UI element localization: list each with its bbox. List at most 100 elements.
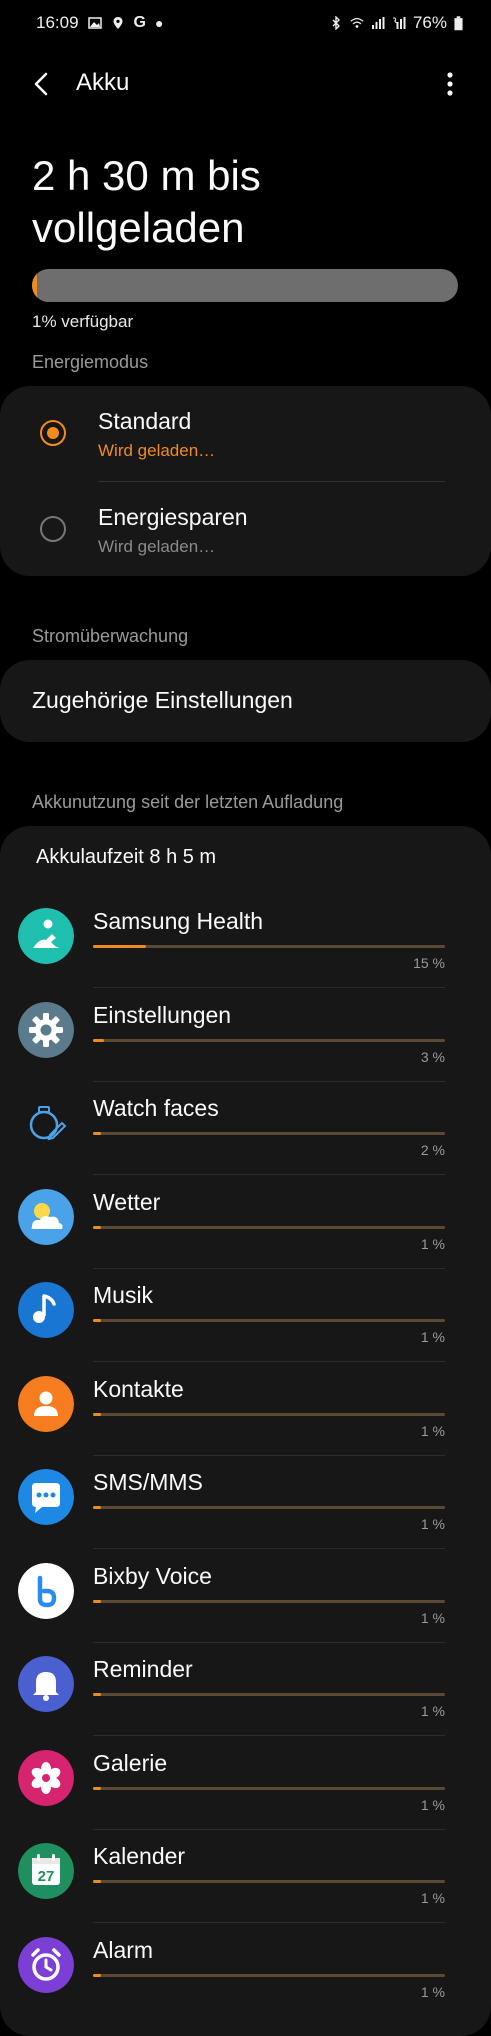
app-usage-bar-fill: [93, 1599, 101, 1603]
energy-mode-header: Energiemodus: [32, 352, 149, 372]
charge-time-heading: 2 h 30 m bis vollgeladen: [32, 152, 261, 251]
status-bar-left: 16:09 G ●: [36, 13, 163, 33]
call-signal-icon: [392, 17, 406, 29]
app-usage-bar-fill: [93, 1973, 101, 1977]
app-name: Watch faces: [93, 1095, 219, 1121]
app-usage-bar: [93, 1506, 445, 1509]
app-usage-row[interactable]: Kontakte 1 %: [0, 1362, 491, 1456]
app-name: Alarm: [93, 1936, 154, 1963]
app-usage-bar: [93, 945, 445, 948]
app-usage-percent: 1 %: [420, 1890, 445, 1906]
app-usage-row[interactable]: Bixby Voice 1 %: [0, 1549, 491, 1643]
status-bar: 16:09 G ● 76%: [0, 0, 491, 46]
bixby-icon: [18, 1562, 74, 1619]
energy-mode-option-status: Wird geladen…: [98, 537, 216, 556]
battery-level-bar: [32, 269, 458, 302]
radio-button-unselected[interactable]: [40, 516, 66, 542]
radio-button-selected[interactable]: [40, 420, 66, 446]
app-name: Einstellungen: [93, 1001, 232, 1028]
app-usage-row[interactable]: 27 Kalender 1 %: [0, 1829, 491, 1923]
app-name: Galerie: [93, 1749, 168, 1776]
app-usage-bar: [93, 1319, 445, 1322]
chevron-left-icon: [34, 72, 48, 96]
battery-runtime-text: Akkulaufzeit 8 h 5 m: [36, 846, 217, 868]
battery-level-fill: [32, 269, 38, 302]
app-usage-percent: 1 %: [420, 1983, 445, 2000]
app-usage-percent: 1 %: [420, 1329, 445, 1345]
app-usage-bar-fill: [93, 1880, 101, 1883]
app-usage-row[interactable]: Wetter 1 %: [0, 1175, 491, 1269]
more-options-button[interactable]: [435, 66, 465, 102]
energy-mode-option-status: Wird geladen…: [98, 441, 216, 460]
app-usage-percent: 1 %: [420, 1796, 445, 1813]
app-usage-bar-fill: [93, 1693, 101, 1696]
back-button[interactable]: [24, 66, 60, 102]
app-usage-bar: [93, 1973, 445, 1977]
app-usage-bar-fill: [93, 1412, 101, 1416]
app-usage-row[interactable]: Reminder 1 %: [0, 1642, 491, 1736]
gallery-app-icon: [18, 1749, 74, 1806]
calendar-icon: 27: [18, 1843, 74, 1899]
app-usage-percent: 2 %: [420, 1142, 445, 1158]
page-title: Akku: [76, 69, 130, 96]
app-usage-row[interactable]: Galerie 1 %: [0, 1736, 491, 1830]
reminder-icon: [18, 1656, 74, 1712]
app-name: Bixby Voice: [93, 1562, 212, 1589]
app-usage-bar: [93, 1786, 445, 1790]
signal-icon: [371, 17, 385, 29]
gallery-icon: [87, 17, 102, 29]
app-usage-bar: [93, 1132, 445, 1135]
app-usage-bar: [93, 1599, 445, 1603]
app-usage-row[interactable]: Alarm 1 %: [0, 1923, 491, 2017]
status-bar-right: 76%: [329, 13, 463, 33]
app-usage-percent: 1 %: [420, 1235, 445, 1252]
energy-mode-option-label: Standard: [98, 408, 192, 434]
contacts-icon: [18, 1375, 74, 1432]
alarm-icon: [18, 1936, 74, 1993]
app-name: Musik: [93, 1282, 154, 1308]
app-usage-bar: [93, 1225, 445, 1229]
app-name: Reminder: [93, 1656, 193, 1682]
energy-mode-saving-option[interactable]: Energiesparen Wird geladen…: [0, 482, 491, 578]
weather-icon: [18, 1188, 74, 1245]
gear-icon: [18, 1001, 74, 1058]
energy-mode-option-label: Energiesparen: [98, 504, 248, 530]
app-usage-percent: 1 %: [420, 1422, 445, 1439]
watch-faces-icon: [18, 1095, 74, 1151]
app-name: SMS/MMS: [93, 1469, 203, 1495]
battery-icon: [454, 15, 463, 30]
app-usage-bar: [93, 1038, 445, 1042]
wifi-icon: [350, 17, 364, 28]
app-usage-bar-fill: [93, 1786, 101, 1790]
app-usage-bar-fill: [93, 945, 146, 948]
app-name: Samsung Health: [93, 908, 264, 934]
samsung-health-icon: [18, 908, 74, 964]
app-usage-percent: 3 %: [420, 1048, 445, 1065]
more-vert-icon: [447, 72, 453, 96]
energy-mode-standard-option[interactable]: Standard Wird geladen…: [0, 386, 491, 482]
app-usage-bar-fill: [93, 1038, 104, 1042]
related-settings-card[interactable]: Zugehörige Einstellungen: [0, 660, 491, 742]
messages-icon: [18, 1469, 74, 1525]
app-usage-row[interactable]: Watch faces 2 %: [0, 1081, 491, 1175]
music-icon: [18, 1282, 74, 1338]
location-icon: [113, 17, 123, 29]
status-time: 16:09: [36, 13, 79, 32]
bluetooth-icon: [332, 16, 340, 30]
app-usage-row[interactable]: Einstellungen 3 %: [0, 988, 491, 1082]
google-icon: G: [133, 14, 146, 31]
svg-text:27: 27: [38, 1868, 55, 1885]
app-usage-bar: [93, 1693, 445, 1696]
app-usage-bar-fill: [93, 1225, 101, 1229]
app-usage-bar: [93, 1880, 445, 1883]
app-usage-bar-fill: [93, 1506, 101, 1509]
app-bar: Akku: [0, 58, 491, 106]
battery-usage-header: Akkunutzung seit der letzten Aufladung: [32, 792, 344, 812]
app-usage-row[interactable]: Musik 1 %: [0, 1268, 491, 1362]
app-usage-percent: 1 %: [420, 1516, 445, 1532]
app-usage-row[interactable]: Samsung Health 15 %: [0, 894, 491, 988]
related-settings-label: Zugehörige Einstellungen: [32, 687, 293, 713]
app-usage-bar-fill: [93, 1319, 101, 1322]
app-usage-row[interactable]: SMS/MMS 1 %: [0, 1455, 491, 1549]
battery-percent-text: 76%: [412, 13, 447, 32]
